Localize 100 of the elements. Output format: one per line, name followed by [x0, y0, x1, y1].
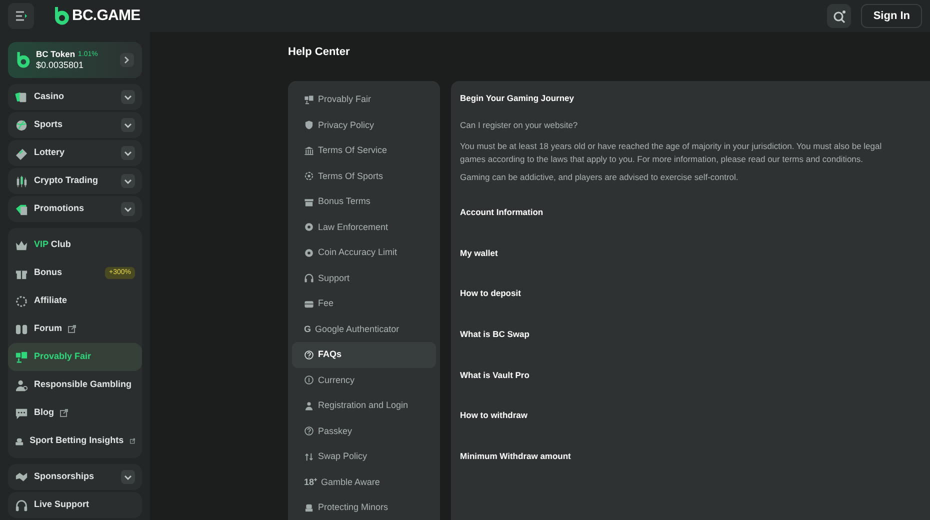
menu-item[interactable]: Responsible Gambling — [8, 371, 142, 399]
monitor-icon — [15, 350, 28, 364]
menu-label: Responsible Gambling — [34, 378, 132, 392]
next-button[interactable] — [120, 53, 134, 67]
faq-section-title[interactable]: How to withdraw — [460, 404, 930, 446]
help-nav-item[interactable]: Terms Of Sports — [292, 164, 436, 189]
coin-icon — [304, 375, 314, 386]
menu-label: Crypto Trading — [34, 174, 100, 188]
faq-answer: You must be at least 18 years old or have reached the age of majority in your jurisdiction. You must also be legal games according to the laws that apply to you. For more information, please read our terms and conditions. — [460, 140, 883, 166]
menu-label: Live Support — [34, 498, 90, 512]
faq-section-title[interactable]: How to deposit — [460, 282, 930, 324]
faq-section-title[interactable]: What is BC Swap — [460, 323, 930, 364]
user-icon — [304, 400, 314, 411]
faq-section-title[interactable]: Minimum Withdraw amount — [460, 445, 930, 486]
wallet-icon — [304, 298, 314, 309]
expand-button[interactable] — [121, 118, 135, 132]
menu-label: Sport Betting Insights — [30, 434, 124, 448]
menu-item[interactable]: Live Support — [8, 492, 142, 518]
menu-label: Casino — [34, 90, 66, 104]
chevron-down-icon — [124, 206, 132, 212]
menu-item[interactable]: Forum — [8, 315, 142, 343]
menu-label: VIP Club — [34, 238, 71, 252]
user-icon — [15, 378, 28, 392]
help-nav-item[interactable]: Protecting Minors — [292, 495, 436, 520]
monitor-icon — [304, 94, 314, 105]
help-nav-item[interactable]: 18⁺ Gamble Aware — [292, 470, 436, 495]
help-nav-item[interactable]: Privacy Policy — [292, 112, 436, 138]
dotted-ring-icon — [15, 294, 28, 308]
help-nav-item[interactable]: FAQs — [292, 342, 436, 368]
help-nav-item[interactable]: Currency — [292, 368, 436, 393]
menu-item[interactable]: Sponsorships — [8, 464, 142, 490]
faq-question: Can I register on your website? — [460, 120, 579, 131]
expand-button[interactable] — [121, 470, 135, 484]
help-nav-item[interactable]: Coin Accuracy Limit — [292, 240, 436, 266]
expand-button[interactable] — [121, 146, 135, 160]
chevron-down-icon — [124, 150, 132, 156]
help-nav-item[interactable]: Passkey — [292, 418, 436, 444]
expand-button[interactable] — [121, 90, 135, 104]
nav-prefix: 18⁺ — [304, 476, 318, 488]
menu-label: Bonus — [34, 266, 62, 280]
menu-item[interactable]: Casino — [8, 84, 142, 110]
chevron-down-icon — [124, 94, 132, 100]
help-nav-item[interactable]: Law Enforcement — [292, 214, 436, 240]
question-icon — [304, 426, 314, 436]
menu-label: Provably Fair — [34, 350, 92, 364]
chevron-down-icon — [124, 178, 132, 184]
menu-item[interactable]: Sport Betting Insights — [8, 427, 142, 455]
menu-button[interactable] — [8, 3, 34, 29]
menu-item[interactable]: Sports — [8, 112, 142, 138]
token-price: $0.0035801 — [36, 60, 85, 71]
ball-icon — [15, 118, 28, 132]
menu-item[interactable]: Lottery — [8, 140, 142, 166]
menu-item[interactable]: Blog — [8, 399, 142, 427]
faq-section-title[interactable]: Account Information — [460, 201, 930, 242]
expand-button[interactable] — [121, 202, 135, 216]
tags-icon — [15, 202, 28, 216]
help-nav-item[interactable]: Support — [292, 266, 436, 291]
headset-icon — [15, 498, 28, 512]
headset-icon — [304, 273, 314, 284]
menu-item[interactable]: Provably Fair — [8, 343, 142, 371]
search-button[interactable] — [827, 4, 852, 28]
candlestick-icon — [15, 174, 28, 188]
faq-section-title[interactable]: What is Vault Pro — [460, 364, 930, 404]
help-nav-item[interactable]: G Google Authenticator — [292, 316, 436, 342]
token-logo-icon — [16, 52, 30, 68]
shield-icon — [304, 120, 314, 130]
crown-icon — [15, 238, 28, 252]
chevron-right-icon — [124, 56, 130, 64]
search-icon — [832, 10, 846, 22]
chevron-down-icon — [124, 122, 132, 128]
nav-prefix: G — [304, 322, 312, 336]
menu-item[interactable]: VIP Club — [8, 231, 142, 259]
expand-button[interactable] — [121, 174, 135, 188]
sign-in-button[interactable]: Sign In — [861, 4, 922, 28]
chevron-down-icon — [124, 474, 132, 480]
menu-item[interactable]: Promotions — [8, 196, 142, 222]
logo-icon — [54, 7, 69, 25]
menu-label: Blog — [34, 406, 54, 420]
chat-icon — [15, 406, 28, 420]
menu-item[interactable]: Affiliate — [8, 287, 142, 315]
faq-section-title[interactable]: My wallet — [460, 242, 930, 282]
menu-label: Sponsorships — [34, 470, 96, 484]
menu-icon — [15, 11, 27, 21]
help-nav-item[interactable]: Registration and Login — [292, 393, 436, 418]
cards-icon — [15, 90, 28, 104]
faq-answer: Gaming can be addictive, and players are advised to exercise self-control. — [460, 171, 740, 184]
help-nav-item[interactable]: Swap Policy — [292, 444, 436, 470]
token-name: BC Token — [36, 49, 76, 60]
menu-label: Lottery — [34, 146, 66, 160]
brand-name: BC.GAME — [72, 6, 140, 26]
menu-label: Sports — [34, 118, 64, 132]
help-nav-item[interactable]: Bonus Terms — [292, 189, 436, 214]
help-nav-item[interactable]: Fee — [292, 291, 436, 316]
help-nav-item[interactable]: Terms Of Service — [292, 138, 436, 164]
page-title: Help Center — [288, 45, 351, 60]
menu-item[interactable]: Crypto Trading — [8, 168, 142, 194]
menu-label: Affiliate — [34, 294, 68, 308]
help-nav-item[interactable]: Provably Fair — [292, 87, 436, 112]
faq-section-title[interactable]: Begin Your Gaming Journey — [460, 93, 930, 104]
menu-label: Promotions — [34, 202, 86, 216]
